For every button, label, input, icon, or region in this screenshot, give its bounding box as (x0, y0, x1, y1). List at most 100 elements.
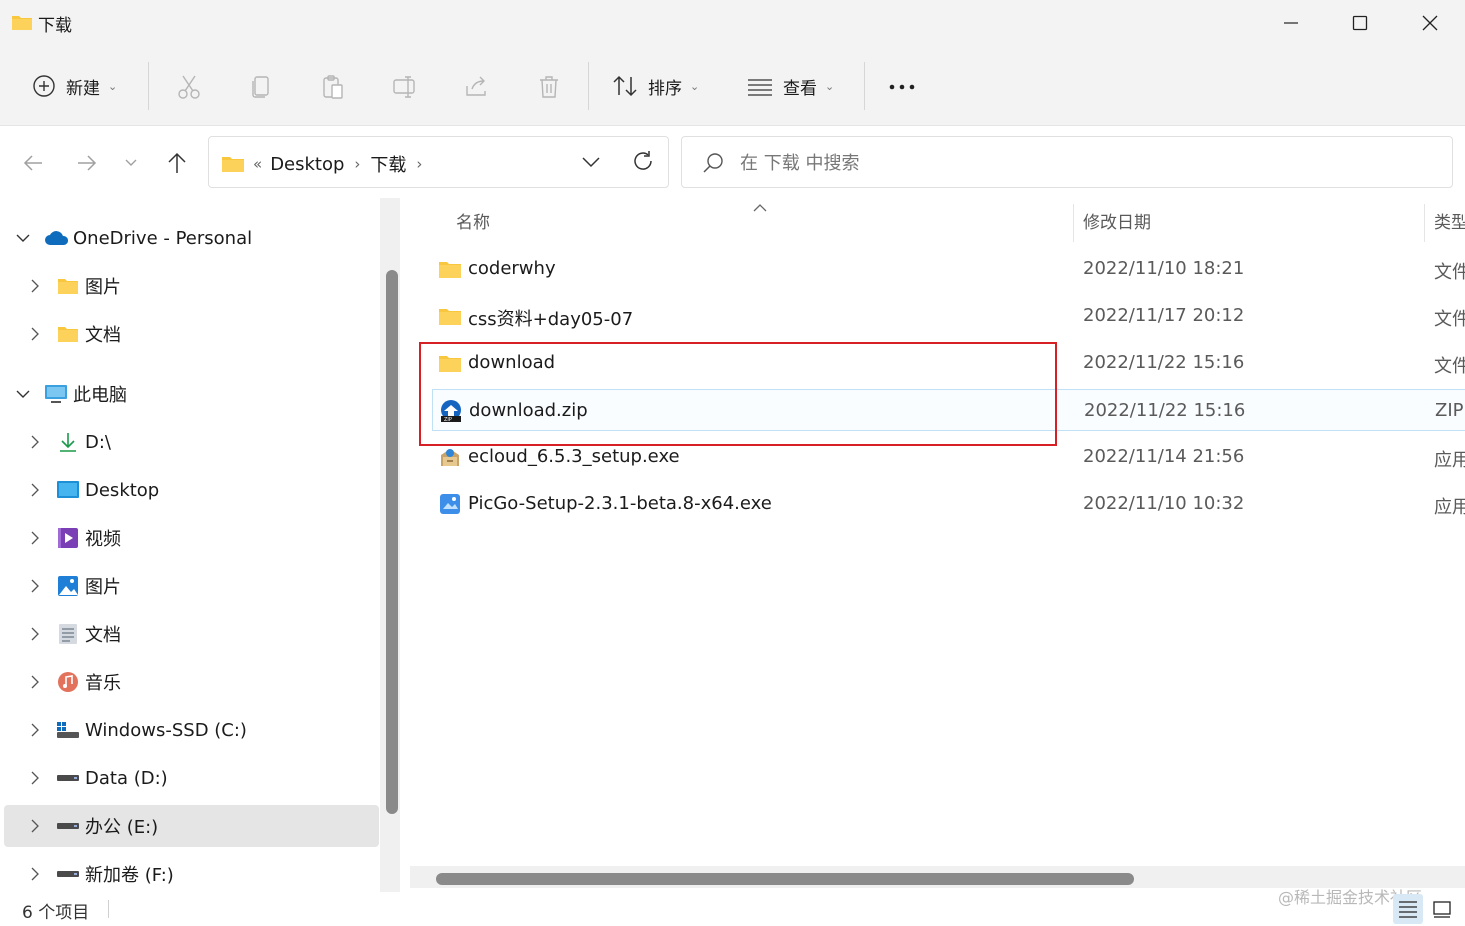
sidebar-item-label: OneDrive - Personal (73, 227, 253, 249)
file-row[interactable]: css资料+day05-07 2022/11/17 20:12 文件 (432, 295, 1465, 337)
chevron-right-icon[interactable] (28, 435, 42, 449)
sidebar-item-label: D:\ (85, 431, 111, 453)
title-bar: 下载 (0, 0, 1465, 46)
sidebar-item-d-root[interactable]: D:\ (4, 421, 379, 463)
drive-icon (56, 766, 80, 790)
new-button[interactable]: 新建 ⌄ (32, 68, 117, 104)
copy-button[interactable] (243, 70, 279, 104)
rename-button[interactable] (387, 70, 423, 104)
file-row[interactable]: coderwhy 2022/11/10 18:21 文件 (432, 248, 1465, 290)
column-header-name[interactable]: 名称 (456, 198, 1066, 242)
view-button[interactable]: 查看 ⌄ (747, 68, 834, 104)
address-bar[interactable]: « Desktop › 下载 › (208, 136, 669, 188)
sort-button[interactable]: 排序 ⌄ (612, 68, 699, 104)
details-view-button[interactable] (1393, 894, 1423, 924)
chevron-right-icon[interactable]: › (416, 155, 422, 173)
search-box[interactable] (681, 136, 1453, 188)
breadcrumb-desktop[interactable]: Desktop (270, 154, 344, 175)
search-input[interactable] (740, 149, 1420, 177)
forward-button[interactable] (70, 146, 104, 180)
sidebar-item-drive-c[interactable]: Windows-SSD (C:) (4, 709, 379, 751)
chevron-down-icon[interactable] (16, 387, 30, 401)
chevron-right-icon[interactable] (28, 867, 42, 881)
back-button[interactable] (16, 146, 50, 180)
toolbar-divider (148, 62, 149, 110)
column-header-type[interactable]: 类型 (1434, 198, 1465, 242)
chevron-down-icon (582, 157, 600, 168)
column-divider[interactable] (1424, 204, 1425, 242)
chevron-right-icon[interactable] (28, 627, 42, 641)
file-type: ZIP (1435, 400, 1464, 421)
recent-locations-button[interactable] (114, 146, 148, 180)
folder-icon (56, 322, 80, 346)
sidebar-scrollbar-thumb[interactable] (386, 270, 398, 814)
sidebar-item-drive-f[interactable]: 新加卷 (F:) (4, 853, 379, 895)
column-header-date[interactable]: 修改日期 (1083, 198, 1413, 242)
file-row[interactable]: PicGo-Setup-2.3.1-beta.8-x64.exe 2022/11… (432, 483, 1465, 525)
chevron-right-icon[interactable] (28, 771, 42, 785)
sidebar-item-label: 音乐 (85, 673, 121, 694)
file-name: download.zip (469, 400, 588, 421)
sidebar-item-drive-e[interactable]: 办公 (E:) (4, 805, 379, 847)
pictures-icon (56, 574, 80, 598)
file-type: 文件 (1434, 309, 1465, 330)
chevron-right-icon[interactable] (28, 531, 42, 545)
column-divider[interactable] (1073, 204, 1074, 242)
up-button[interactable] (160, 146, 194, 180)
arrow-up-icon (168, 152, 186, 173)
horizontal-scrollbar-thumb[interactable] (436, 873, 1134, 885)
arrow-right-icon (78, 155, 97, 171)
close-button[interactable] (1395, 0, 1465, 46)
tiles-view-button[interactable] (1427, 894, 1457, 924)
chevron-right-icon[interactable] (28, 327, 42, 341)
desktop-icon (56, 478, 80, 502)
delete-button[interactable] (531, 70, 567, 104)
chevron-right-icon[interactable] (28, 279, 42, 293)
sidebar-item-desktop[interactable]: Desktop (4, 469, 379, 511)
sidebar-item-this-pc[interactable]: 此电脑 (4, 373, 379, 415)
computer-icon (44, 382, 68, 406)
cut-button[interactable] (171, 70, 207, 104)
status-divider (108, 900, 109, 918)
file-name: PicGo-Setup-2.3.1-beta.8-x64.exe (468, 493, 772, 514)
sidebar-item-drive-d[interactable]: Data (D:) (4, 757, 379, 799)
chevron-right-icon[interactable] (28, 579, 42, 593)
sidebar-item-videos[interactable]: 视频 (4, 517, 379, 559)
chevron-right-icon[interactable] (28, 675, 42, 689)
minimize-button[interactable] (1256, 0, 1326, 46)
share-button[interactable] (459, 70, 495, 104)
address-history-button[interactable] (581, 153, 601, 172)
chevron-down-icon[interactable] (16, 231, 30, 245)
trash-icon (540, 76, 558, 98)
file-row[interactable]: download 2022/11/22 15:16 文件 (432, 342, 1465, 384)
maximize-button[interactable] (1325, 0, 1395, 46)
sidebar-item-onedrive-documents[interactable]: 文档 (4, 313, 379, 355)
file-row[interactable]: ecloud_6.5.3_setup.exe 2022/11/14 21:56 … (432, 436, 1465, 478)
video-icon (56, 526, 80, 550)
more-options-button[interactable] (884, 70, 920, 104)
sidebar-item-pictures[interactable]: 图片 (4, 565, 379, 607)
file-name: ecloud_6.5.3_setup.exe (468, 446, 680, 467)
paste-button[interactable] (315, 70, 351, 104)
chevron-right-icon[interactable] (28, 723, 42, 737)
sidebar-item-music[interactable]: 音乐 (4, 661, 379, 703)
plus-circle-icon (33, 75, 55, 97)
breadcrumb-downloads[interactable]: 下载 (370, 151, 406, 177)
window-title: 下载 (38, 16, 72, 36)
file-name: download (468, 352, 556, 373)
clipboard-icon (323, 75, 343, 99)
refresh-button[interactable] (631, 149, 655, 177)
chevron-right-icon[interactable] (28, 819, 42, 833)
zip-icon: ZIP (439, 399, 463, 423)
file-date: 2022/11/14 21:56 (1083, 446, 1245, 467)
sidebar-item-label: 文档 (85, 325, 121, 346)
chevron-right-icon[interactable] (28, 483, 42, 497)
chevron-down-icon: ⌄ (108, 79, 118, 93)
file-row-selected[interactable]: ZIP download.zip 2022/11/22 15:16 ZIP (432, 389, 1465, 431)
sidebar-item-onedrive[interactable]: OneDrive - Personal (4, 217, 379, 259)
sidebar-item-documents[interactable]: 文档 (4, 613, 379, 655)
sidebar-item-onedrive-pictures[interactable]: 图片 (4, 265, 379, 307)
breadcrumb-overflow[interactable]: « (253, 155, 262, 173)
chevron-right-icon[interactable]: › (354, 155, 360, 173)
sidebar-item-label: 视频 (85, 529, 121, 550)
